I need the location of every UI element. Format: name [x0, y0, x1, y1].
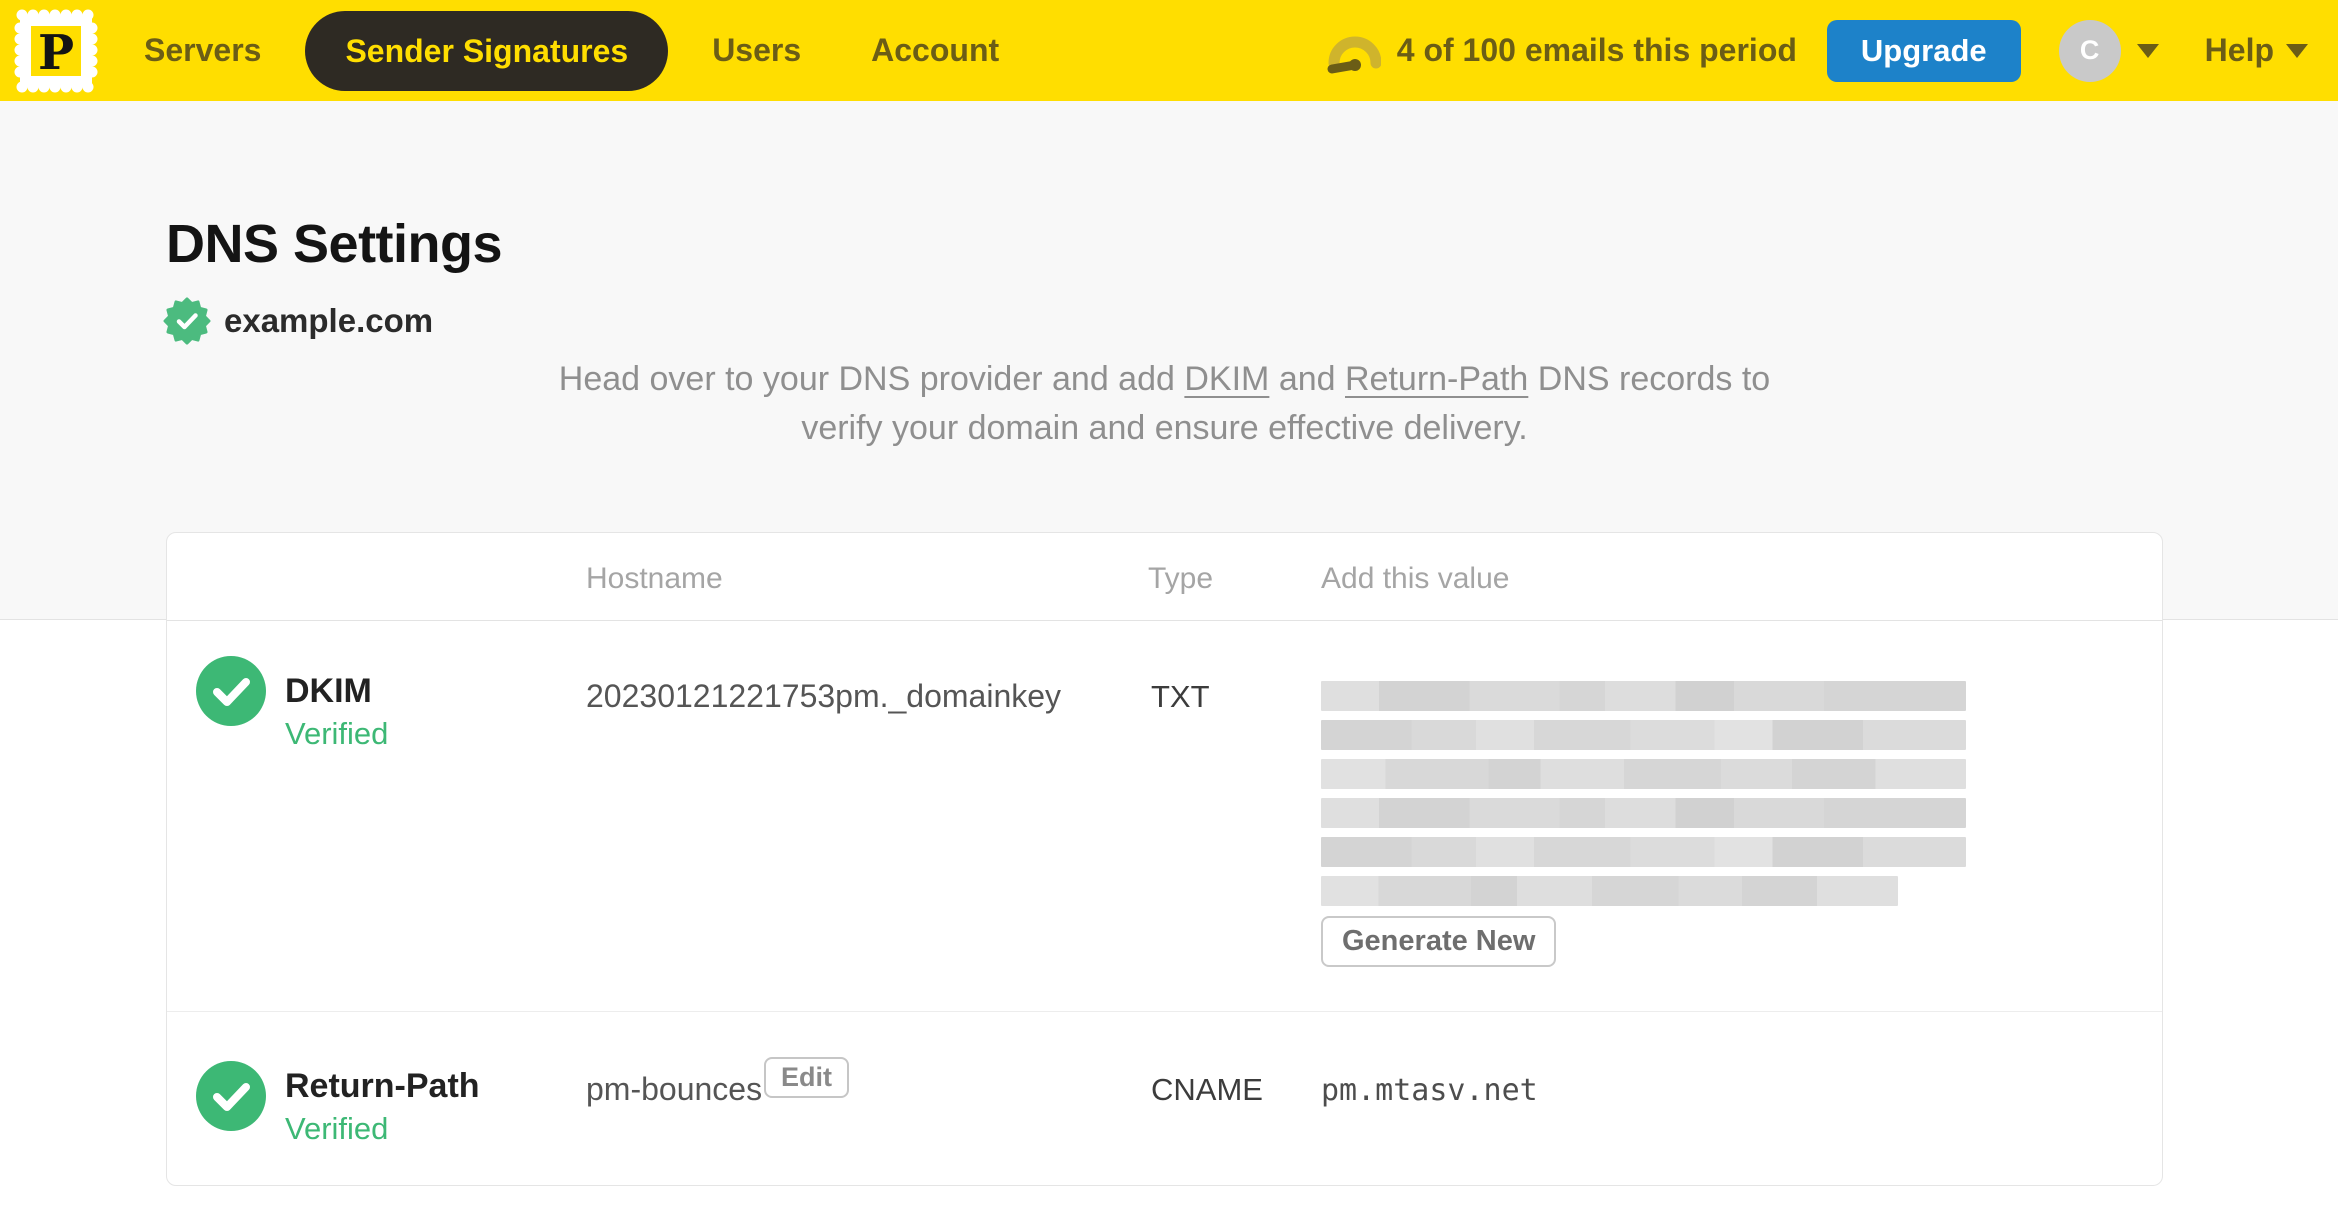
redacted-value-line	[1321, 720, 1966, 750]
avatar[interactable]: C	[2058, 19, 2121, 82]
redacted-value-line	[1321, 837, 1966, 867]
domain-name: example.com	[224, 302, 434, 339]
return-path-record-name: Return-Path	[285, 1067, 480, 1105]
table-row-divider	[167, 1011, 2162, 1012]
nav-item-servers[interactable]: Servers	[144, 32, 261, 69]
account-menu-caret-icon[interactable]	[2136, 43, 2159, 58]
column-header-type: Type	[1148, 562, 1214, 595]
dkim-record-type: TXT	[1151, 679, 1210, 714]
usage-counter: 4 of 100 emails this period	[1396, 32, 1797, 68]
page-title: DNS Settings	[166, 214, 503, 274]
redacted-value-line	[1321, 798, 1966, 828]
verified-seal-icon	[163, 297, 211, 345]
edit-return-path-button[interactable]: Edit	[764, 1057, 849, 1098]
nav-item-sender-signatures-active[interactable]: Sender Signatures	[305, 10, 669, 91]
dkim-link[interactable]: DKIM	[1184, 360, 1269, 398]
return-path-link[interactable]: Return-Path	[1345, 360, 1528, 398]
nav-item-users[interactable]: Users	[712, 32, 801, 69]
postmark-logo[interactable]: P	[14, 9, 98, 93]
redacted-value-line	[1321, 681, 1966, 711]
usage-gauge-icon	[1327, 36, 1381, 73]
dns-records-card: Hostname Type Add this value DKIM Verifi…	[166, 532, 2163, 1186]
return-path-record-type: CNAME	[1151, 1072, 1263, 1107]
table-header-divider	[167, 620, 2162, 621]
dkim-status-badge: Verified	[285, 716, 389, 751]
help-menu-caret-icon[interactable]	[2286, 43, 2308, 58]
generate-new-button[interactable]: Generate New	[1321, 916, 1557, 967]
redacted-value-line	[1321, 759, 1966, 789]
logo-letter: P	[38, 25, 74, 81]
return-path-verified-check-icon	[196, 1061, 266, 1131]
return-path-hostname: pm-bounces	[586, 1071, 763, 1107]
column-header-hostname: Hostname	[586, 562, 723, 595]
instructions-line2: verify your domain and ensure effective …	[801, 409, 1528, 447]
nav-item-account[interactable]: Account	[871, 32, 999, 69]
help-menu[interactable]: Help	[2205, 32, 2274, 69]
dns-instructions: Head over to your DNS provider and add D…	[166, 355, 2163, 453]
return-path-value: pm.mtasv.net	[1321, 1073, 1538, 1108]
navbar-right-cluster: 4 of 100 emails this period Upgrade C He…	[1325, 19, 2308, 82]
dkim-verified-check-icon	[196, 656, 266, 726]
dkim-record-name: DKIM	[285, 672, 372, 710]
redacted-value-line	[1321, 876, 1898, 906]
dkim-hostname: 20230121221753pm._domainkey	[586, 678, 1062, 714]
column-header-value: Add this value	[1321, 562, 1510, 595]
return-path-status-badge: Verified	[285, 1111, 389, 1146]
top-navbar: P Servers Sender Signatures Users Accoun…	[0, 0, 2338, 101]
instructions-line1: Head over to your DNS provider and add D…	[558, 360, 1771, 398]
redacted-dkim-value	[1321, 681, 1966, 915]
verified-domain: example.com	[163, 297, 433, 345]
upgrade-button[interactable]: Upgrade	[1826, 19, 2021, 82]
